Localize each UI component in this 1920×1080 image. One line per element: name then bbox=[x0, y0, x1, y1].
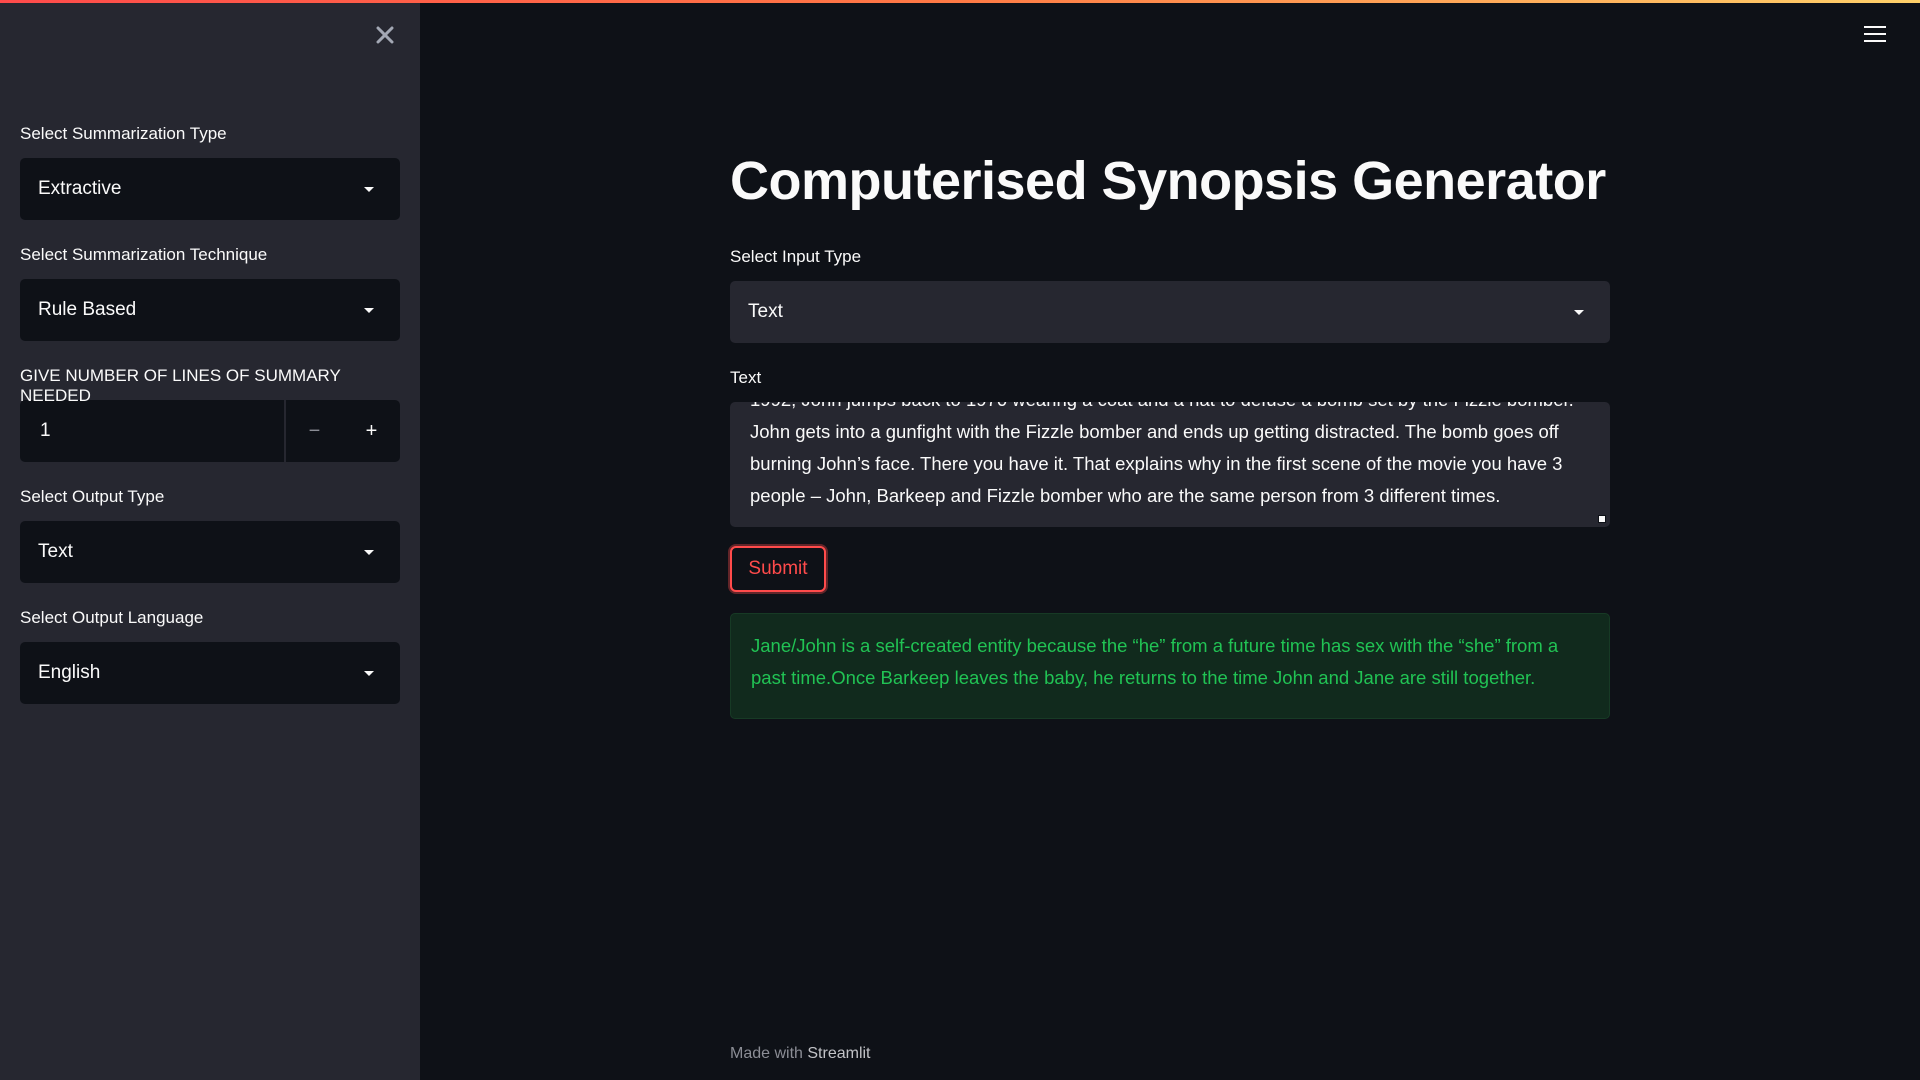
input-type-value: Text bbox=[748, 301, 783, 322]
text-line: John gets into a gunfight with the Fizzl… bbox=[750, 421, 1559, 442]
num-lines-input[interactable]: 1 bbox=[20, 400, 286, 462]
text-input-label: Text bbox=[730, 368, 762, 387]
increment-button[interactable]: + bbox=[343, 400, 400, 462]
resize-handle[interactable] bbox=[1598, 515, 1606, 523]
text-line: burning John’s face. There you have it. … bbox=[750, 453, 1563, 474]
decrement-button[interactable]: − bbox=[286, 400, 343, 462]
result-line: past time.Once Barkeep leaves the baby, … bbox=[751, 667, 1536, 688]
output-type-group: Select Output Type Text bbox=[20, 487, 400, 583]
summarization-technique-label: Select Summarization Technique bbox=[20, 245, 268, 264]
summarization-type-group: Select Summarization Type Extractive bbox=[20, 124, 400, 220]
result-line: Jane/John is a self-created entity becau… bbox=[751, 635, 1559, 656]
page-title: Computerised Synopsis Generator bbox=[730, 151, 1606, 211]
summarization-technique-select[interactable]: Rule Based bbox=[20, 279, 400, 341]
output-language-select[interactable]: English bbox=[20, 642, 400, 704]
num-lines-stepper: 1 − + bbox=[20, 400, 400, 462]
summarization-technique-group: Select Summarization Technique Rule Base… bbox=[20, 245, 400, 341]
input-type-select[interactable]: Text bbox=[730, 281, 1610, 343]
chevron-down-icon bbox=[364, 670, 374, 676]
text-line: 1992, John jumps back to 1970 wearing a … bbox=[750, 402, 1590, 416]
text-line: people – John, Barkeep and Fizzle bomber… bbox=[750, 485, 1501, 506]
output-language-label: Select Output Language bbox=[20, 608, 204, 627]
footer-prefix: Made with bbox=[730, 1045, 808, 1062]
close-sidebar-button[interactable] bbox=[372, 22, 398, 48]
chevron-down-icon bbox=[364, 307, 374, 313]
output-language-value: English bbox=[38, 662, 101, 683]
output-type-label: Select Output Type bbox=[20, 487, 165, 506]
sidebar: Select Summarization Type Extractive Sel… bbox=[0, 0, 420, 1080]
footer: Made with Streamlit bbox=[730, 1045, 871, 1063]
submit-button[interactable]: Submit bbox=[730, 546, 826, 592]
chevron-down-icon bbox=[364, 549, 374, 555]
output-language-group: Select Output Language English bbox=[20, 608, 400, 704]
top-decoration-bar bbox=[0, 0, 1920, 3]
num-lines-label: GIVE NUMBER OF LINES OF SUMMARY NEEDED bbox=[20, 366, 341, 405]
summarization-type-select[interactable]: Extractive bbox=[20, 158, 400, 220]
num-lines-group: GIVE NUMBER OF LINES OF SUMMARY NEEDED 1… bbox=[20, 366, 400, 462]
summarization-type-label: Select Summarization Type bbox=[20, 124, 227, 143]
input-type-label: Select Input Type bbox=[730, 247, 862, 266]
close-icon bbox=[376, 26, 394, 44]
summary-result: Jane/John is a self-created entity becau… bbox=[730, 613, 1610, 719]
hamburger-menu-icon[interactable] bbox=[1864, 26, 1886, 46]
text-input-area[interactable]: 1992, John jumps back to 1970 wearing a … bbox=[730, 402, 1610, 527]
streamlit-link[interactable]: Streamlit bbox=[807, 1045, 870, 1062]
output-type-value: Text bbox=[38, 541, 73, 562]
chevron-down-icon bbox=[364, 186, 374, 192]
summarization-type-value: Extractive bbox=[38, 178, 122, 199]
output-type-select[interactable]: Text bbox=[20, 521, 400, 583]
chevron-down-icon bbox=[1574, 309, 1584, 315]
summarization-technique-value: Rule Based bbox=[38, 299, 137, 320]
